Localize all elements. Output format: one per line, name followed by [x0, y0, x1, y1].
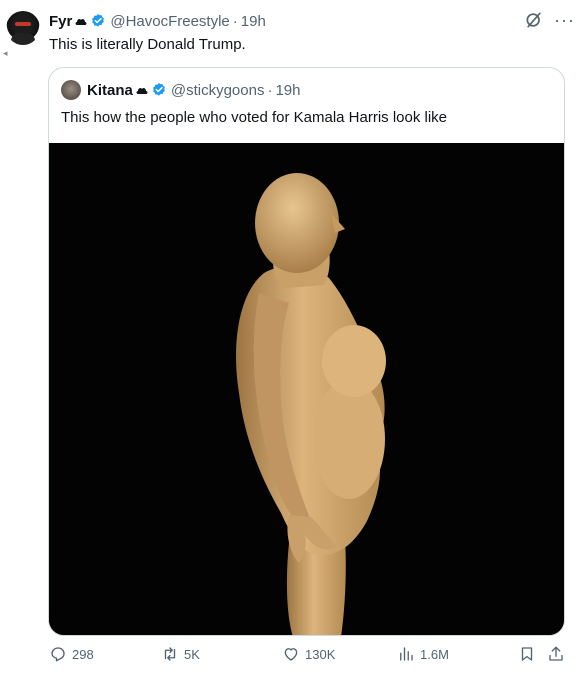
heart-icon [284, 648, 298, 661]
share-icon [549, 646, 563, 661]
views-chart-icon [400, 647, 413, 661]
quote-media-image[interactable] [49, 143, 564, 635]
avatar-body [11, 33, 35, 45]
quote-author-avatar[interactable] [61, 80, 81, 100]
views-button[interactable]: 1.6M [397, 645, 449, 663]
timestamp[interactable]: 19h [241, 13, 266, 30]
bookmark-icon [521, 647, 533, 661]
repost-count: 5K [184, 646, 200, 662]
verified-badge-icon [92, 14, 105, 27]
tweet-text: This is literally Donald Trump. [49, 36, 246, 53]
figure-illustration [49, 143, 564, 635]
quote-text: This how the people who voted for Kamala… [61, 109, 448, 126]
quote-author-name[interactable]: Kitana [87, 82, 133, 99]
author-handle[interactable]: @HavocFreestyle [110, 13, 229, 30]
more-icon[interactable]: ··· [554, 11, 575, 29]
cloud-icon [136, 87, 148, 94]
repost-icon [164, 647, 176, 661]
separator-dot: · [267, 81, 273, 99]
cloud-icon [75, 18, 87, 25]
quoted-tweet[interactable]: Kitana @stickygoons · 19h This how the p… [48, 67, 565, 636]
tweet-header: Fyr @HavocFreestyle · 19h [49, 11, 266, 31]
verified-badge-icon [152, 83, 165, 96]
tweet-top-actions: ··· [524, 10, 575, 30]
separator-dot: · [232, 12, 238, 30]
bookmark-button[interactable] [518, 645, 541, 663]
grok-icon[interactable] [524, 10, 544, 30]
views-count: 1.6M [420, 646, 449, 662]
quote-author-handle[interactable]: @stickygoons [171, 82, 265, 99]
share-button[interactable] [547, 645, 570, 663]
tweet[interactable]: ◂ Fyr @HavocFreestyle · 19h ··· This is … [0, 0, 585, 677]
reply-button[interactable]: 298 [49, 645, 94, 663]
like-button[interactable]: 130K [282, 645, 335, 663]
repost-button[interactable]: 5K [161, 645, 200, 663]
reply-icon [51, 647, 65, 662]
like-count: 130K [305, 646, 336, 662]
quote-timestamp[interactable]: 19h [275, 82, 300, 99]
avatar-sunglasses [15, 22, 31, 26]
author-name[interactable]: Fyr [49, 13, 72, 30]
author-avatar[interactable] [6, 11, 40, 45]
reply-count: 298 [72, 646, 94, 662]
tweet-actions: 298 5K 130K 1.6M [48, 645, 568, 669]
quote-header: Kitana @stickygoons · 19h [61, 80, 300, 100]
thread-indicator: ◂ [3, 48, 8, 58]
